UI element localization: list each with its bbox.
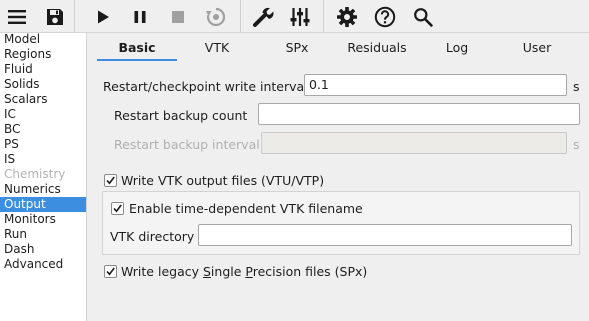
pause-icon[interactable] (126, 3, 154, 30)
tab-spx[interactable]: SPx (257, 37, 337, 61)
sidebar-item-ic[interactable]: IC (0, 107, 86, 122)
backup-interval-label: Restart backup interval (114, 137, 260, 152)
sidebar-item-scalars[interactable]: Scalars (0, 92, 86, 107)
tab-basic[interactable]: Basic (97, 37, 177, 61)
build-icon[interactable] (249, 3, 277, 30)
backup-interval-input (261, 132, 567, 154)
toolbar (0, 0, 589, 33)
menu-icon[interactable] (3, 3, 31, 30)
sidebar-item-run[interactable]: Run (0, 227, 86, 242)
sidebar-item-solids[interactable]: Solids (0, 77, 86, 92)
write-vtk-checkbox[interactable] (104, 174, 117, 187)
sidebar-item-output[interactable]: Output (0, 197, 86, 212)
checkmark-icon (106, 176, 115, 185)
time-dependent-vtk-checkbox[interactable] (111, 202, 124, 215)
write-spx-label[interactable]: Write legacy Single Precision files (SPx… (121, 264, 367, 279)
settings-icon[interactable] (333, 3, 361, 30)
sidebar-item-fluid[interactable]: Fluid (0, 62, 86, 77)
help-icon[interactable] (371, 3, 399, 30)
tab-log[interactable]: Log (417, 37, 497, 61)
backup-count-label: Restart backup count (114, 108, 248, 123)
checkmark-icon (106, 267, 115, 276)
sidebar-item-advanced[interactable]: Advanced (0, 257, 86, 272)
vtk-directory-label: VTK directory (110, 229, 195, 244)
restart-interval-label: Restart/checkpoint write interval (103, 79, 308, 94)
stop-icon (164, 3, 192, 30)
restart-interval-unit: s (573, 79, 580, 94)
backup-interval-unit: s (573, 137, 580, 152)
write-vtk-label[interactable]: Write VTK output files (VTU/VTP) (121, 173, 324, 188)
tab-residuals[interactable]: Residuals (337, 37, 417, 61)
sidebar-item-dash[interactable]: Dash (0, 242, 86, 257)
run-icon[interactable] (89, 3, 117, 30)
tab-user[interactable]: User (497, 37, 577, 61)
sidebar-item-regions[interactable]: Regions (0, 47, 86, 62)
backup-count-input[interactable] (258, 103, 580, 125)
sidebar-item-numerics[interactable]: Numerics (0, 182, 86, 197)
search-icon[interactable] (409, 3, 437, 30)
write-spx-checkbox[interactable] (104, 265, 117, 278)
reset-icon (202, 3, 230, 30)
sidebar-item-chemistry: Chemistry (4, 167, 66, 181)
checkmark-icon (113, 204, 122, 213)
sidebar: Model Regions Fluid Solids Scalars IC BC… (0, 32, 87, 321)
parameters-icon[interactable] (286, 3, 314, 30)
sidebar-item-model[interactable]: Model (0, 32, 86, 47)
sidebar-item-monitors[interactable]: Monitors (0, 212, 86, 227)
time-dependent-vtk-label[interactable]: Enable time-dependent VTK filename (129, 201, 363, 216)
save-icon[interactable] (41, 3, 69, 30)
sidebar-item-bc[interactable]: BC (0, 122, 86, 137)
sidebar-item-ps[interactable]: PS (0, 137, 86, 152)
restart-interval-input[interactable]: 0.1 (304, 74, 567, 96)
active-tab-indicator (97, 59, 177, 61)
sidebar-item-is[interactable]: IS (0, 152, 86, 167)
vtk-directory-input[interactable] (198, 224, 572, 246)
tab-vtk[interactable]: VTK (177, 37, 257, 61)
